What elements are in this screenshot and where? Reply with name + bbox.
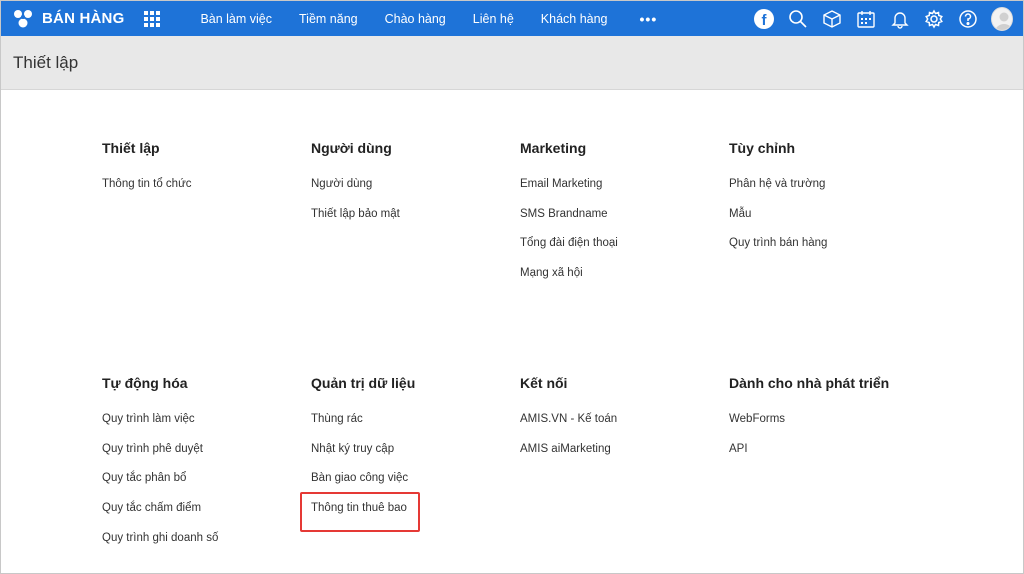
package-icon[interactable]	[821, 8, 843, 30]
section-title: Tự động hóa	[102, 375, 188, 391]
nav-item-ban-lam-viec[interactable]: Bàn làm việc	[200, 12, 272, 26]
link-sms-brandname[interactable]: SMS Brandname	[520, 204, 720, 234]
main-nav: Bàn làm việc Tiềm năng Chào hàng Liên hệ…	[200, 1, 657, 36]
facebook-icon[interactable]: f	[753, 8, 775, 30]
more-menu-icon[interactable]: •••	[640, 11, 658, 27]
nav-item-lien-he[interactable]: Liên hệ	[473, 12, 514, 26]
section-title: Thiết lập	[102, 140, 160, 156]
section-title: Marketing	[520, 140, 587, 156]
user-avatar-icon	[991, 6, 1013, 31]
link-webforms[interactable]: WebForms	[729, 409, 929, 439]
link-amis-aimarketing[interactable]: AMIS aiMarketing	[520, 439, 720, 469]
section-title: Quản trị dữ liệu	[311, 375, 416, 391]
link-thong-tin-to-chuc[interactable]: Thông tin tổ chức	[102, 174, 302, 204]
link-thiet-lap-bao-mat[interactable]: Thiết lập bảo mật	[311, 204, 511, 234]
link-phan-he-va-truong[interactable]: Phân hệ và trường	[729, 174, 929, 204]
section-nguoi-dung: Người dùng Người dùng Thiết lập bảo mật	[311, 140, 511, 233]
link-email-marketing[interactable]: Email Marketing	[520, 174, 720, 204]
section-danh-cho-nha-phat-trien: Dành cho nhà phát triển WebForms API	[729, 375, 929, 468]
link-quy-trinh-phe-duyet[interactable]: Quy trình phê duyệt	[102, 439, 302, 469]
link-tong-dai-dien-thoai[interactable]: Tổng đài điện thoại	[520, 233, 720, 263]
toolbar-icons: f	[741, 1, 1013, 36]
section-marketing: Marketing Email Marketing SMS Brandname …	[520, 140, 720, 293]
section-title: Tùy chỉnh	[729, 140, 796, 156]
section-title: Kết nối	[520, 375, 568, 391]
link-api[interactable]: API	[729, 439, 929, 469]
link-thung-rac[interactable]: Thùng rác	[311, 409, 511, 439]
help-icon[interactable]	[957, 8, 979, 30]
link-quy-tac-phan-bo[interactable]: Quy tắc phân bổ	[102, 468, 302, 498]
facebook-letter: f	[754, 8, 774, 29]
page-title: Thiết lập	[13, 53, 79, 72]
bell-icon[interactable]	[889, 8, 911, 30]
nav-item-khach-hang[interactable]: Khách hàng	[541, 12, 608, 26]
link-quy-trinh-ghi-doanh-so[interactable]: Quy trình ghi doanh số	[102, 528, 302, 558]
highlight-annotation-box	[300, 492, 420, 532]
section-tuy-chinh: Tùy chỉnh Phân hệ và trường Mẫu Quy trìn…	[729, 140, 929, 263]
search-icon[interactable]	[787, 8, 809, 30]
top-navigation-bar: BÁN HÀNG Bàn làm việc Tiềm năng Chào hàn…	[1, 1, 1023, 36]
link-quy-tac-cham-diem[interactable]: Quy tắc chấm điểm	[102, 498, 302, 528]
link-mang-xa-hoi[interactable]: Mạng xã hội	[520, 263, 720, 293]
link-quy-trinh-lam-viec[interactable]: Quy trình làm việc	[102, 409, 302, 439]
apps-grid-icon[interactable]	[144, 10, 161, 27]
app-name: BÁN HÀNG	[42, 10, 125, 27]
link-nhat-ky-truy-cap[interactable]: Nhật ký truy cập	[311, 439, 511, 469]
section-ket-noi: Kết nối AMIS.VN - Kế toán AMIS aiMarketi…	[520, 375, 720, 468]
logo-icon	[14, 9, 32, 27]
link-nguoi-dung[interactable]: Người dùng	[311, 174, 511, 204]
nav-item-tiem-nang[interactable]: Tiềm năng	[299, 12, 358, 26]
gear-icon[interactable]	[923, 8, 945, 30]
section-title: Dành cho nhà phát triển	[729, 375, 890, 391]
section-thiet-lap: Thiết lập Thông tin tổ chức	[102, 140, 302, 204]
calendar-icon[interactable]	[855, 8, 877, 30]
section-tu-dong-hoa: Tự động hóa Quy trình làm việc Quy trình…	[102, 375, 302, 557]
section-title: Người dùng	[311, 140, 392, 156]
app-logo[interactable]: BÁN HÀNG	[13, 9, 124, 29]
nav-item-chao-hang[interactable]: Chào hàng	[385, 12, 446, 26]
link-mau[interactable]: Mẫu	[729, 204, 929, 234]
link-amis-vn-ke-toan[interactable]: AMIS.VN - Kế toán	[520, 409, 720, 439]
page-header: Thiết lập	[1, 36, 1023, 90]
avatar[interactable]	[991, 6, 1013, 31]
link-quy-trinh-ban-hang[interactable]: Quy trình bán hàng	[729, 233, 929, 263]
